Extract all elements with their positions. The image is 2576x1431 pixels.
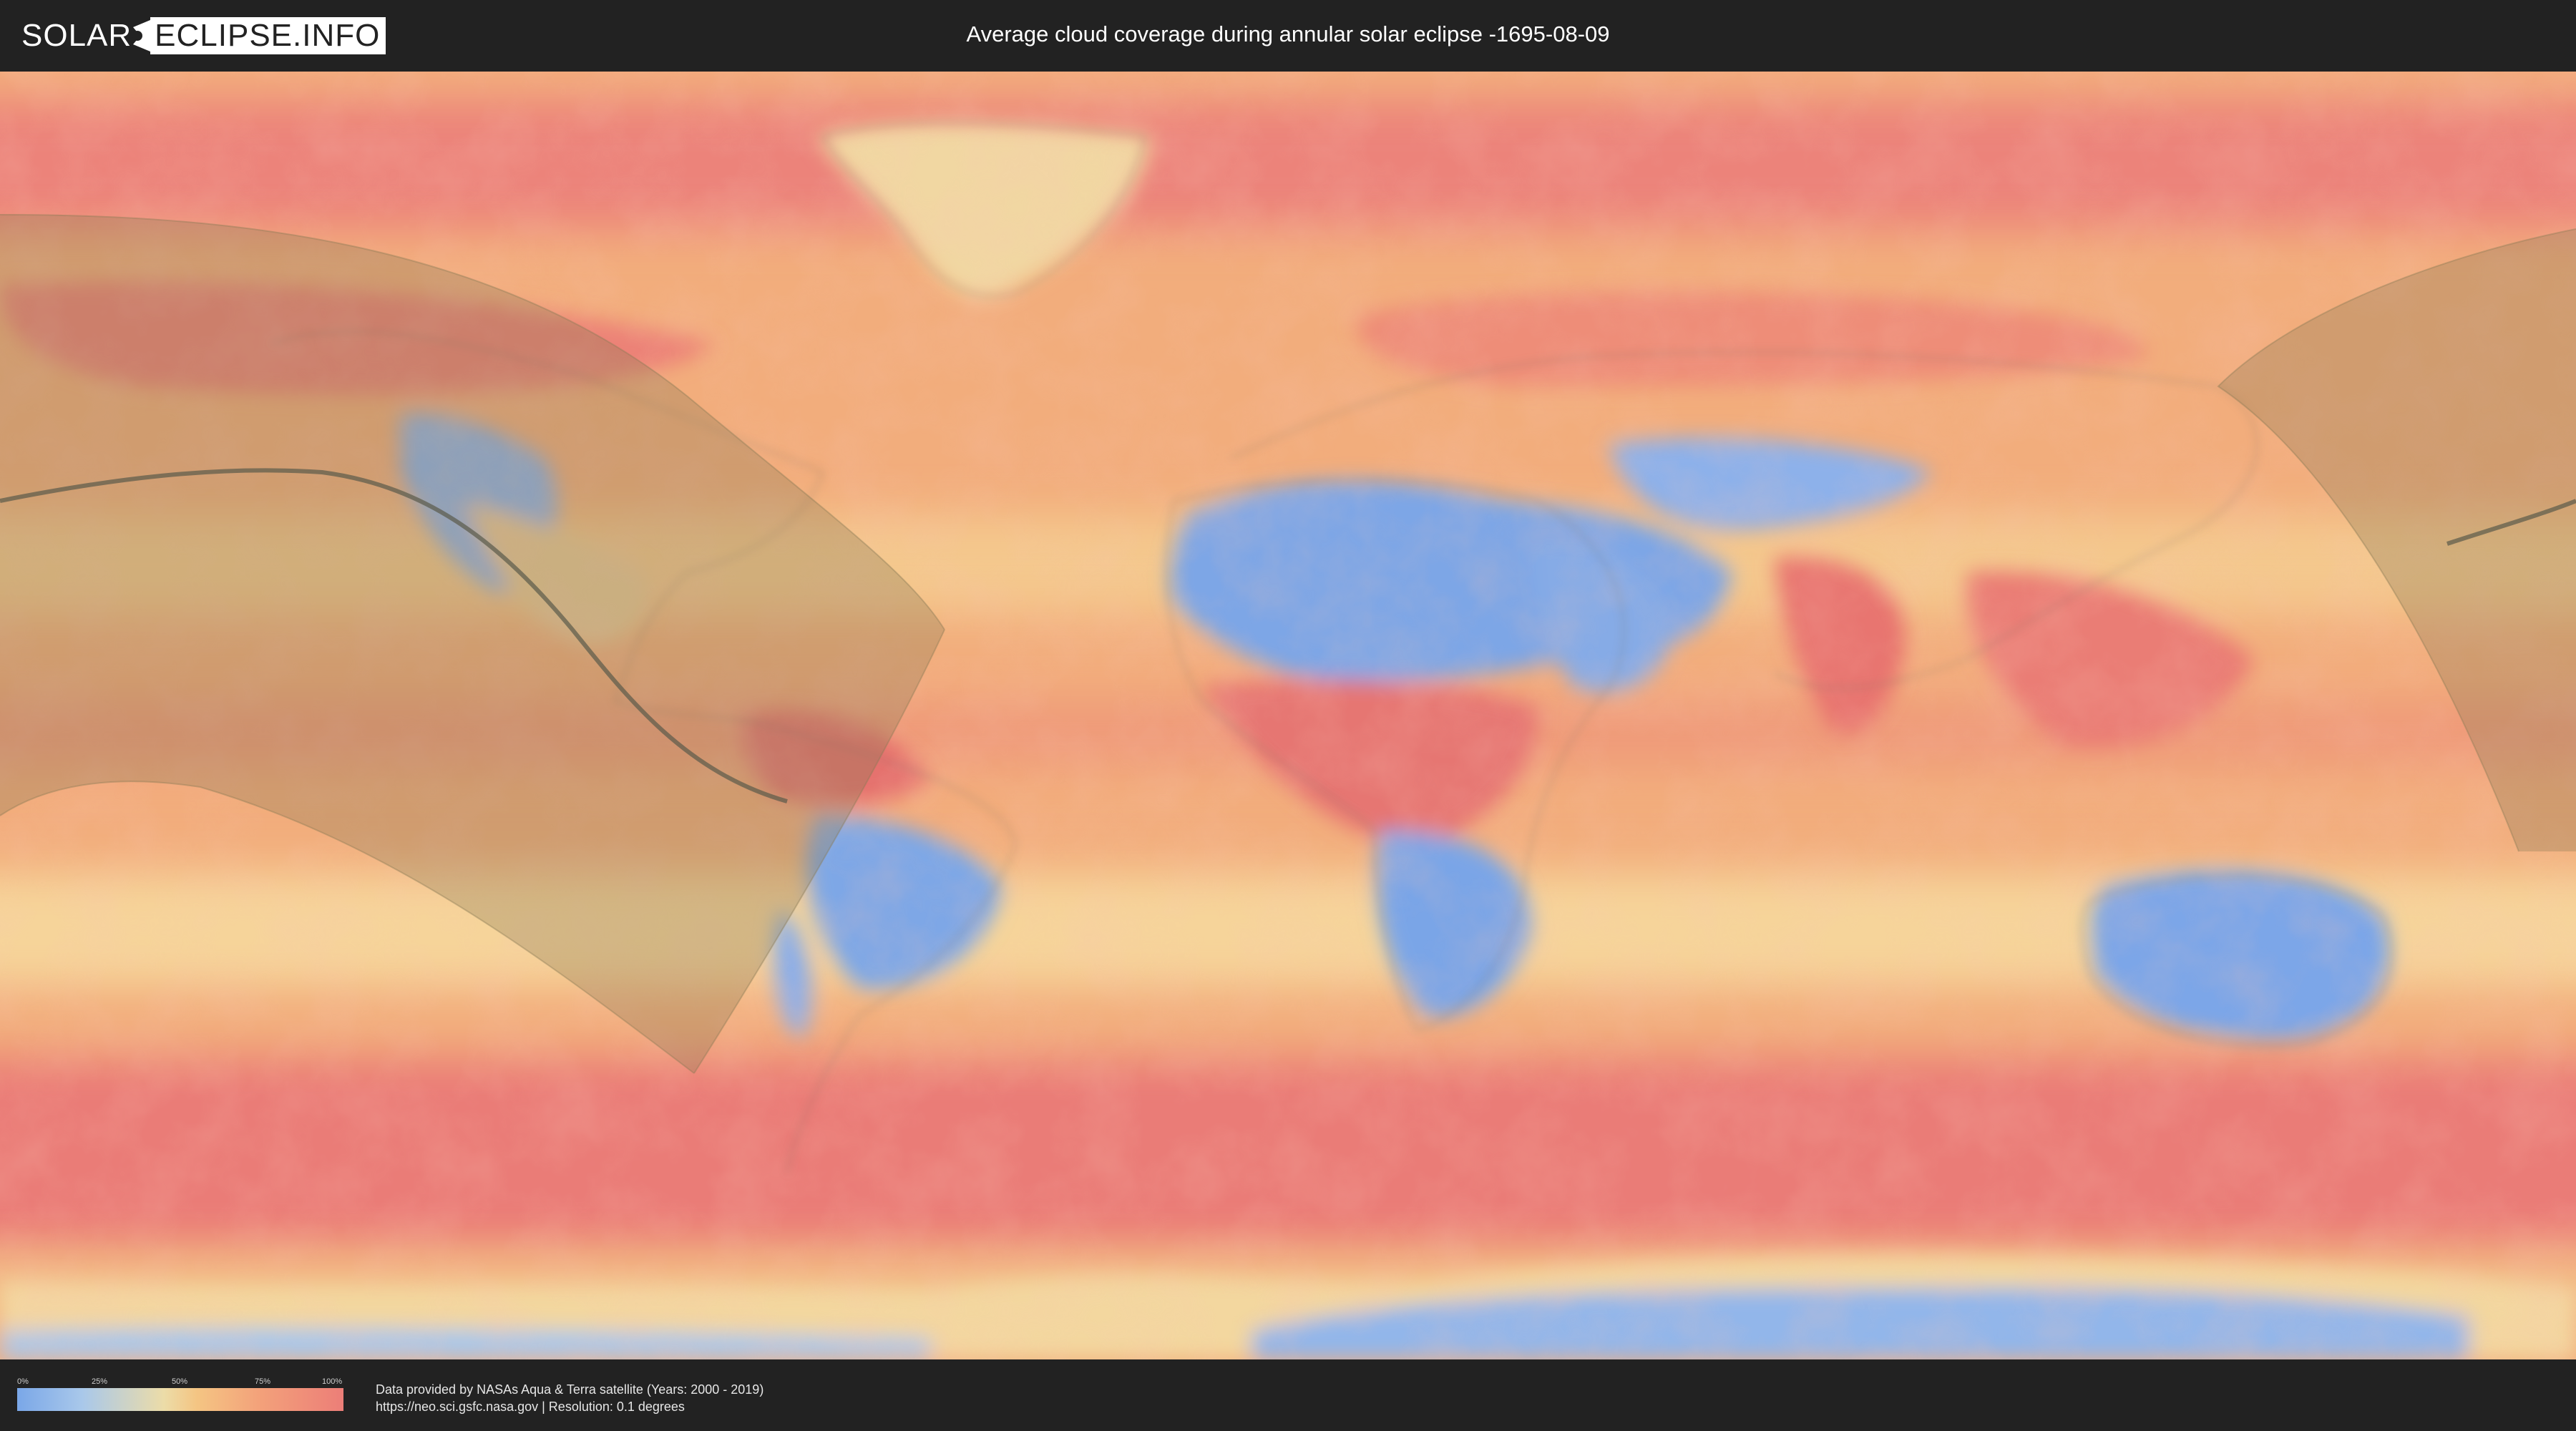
world-map-svg bbox=[0, 72, 2576, 1359]
legend-tick-25: 25% bbox=[92, 1377, 108, 1386]
page-title: Average cloud coverage during annular so… bbox=[966, 21, 1610, 47]
legend-color-scale bbox=[17, 1388, 343, 1411]
credit-line-url: https://neo.sci.gsfc.nasa.gov | Resoluti… bbox=[376, 1400, 685, 1414]
cloud-coverage-map[interactable] bbox=[0, 72, 2576, 1359]
legend-tick-0: 0% bbox=[17, 1377, 29, 1386]
data-credit: Data provided by NASAs Aqua & Terra sate… bbox=[376, 1381, 763, 1415]
header: SOLAR ECLIPSE.INFO Average cloud coverag… bbox=[0, 0, 2576, 72]
credit-line-source: Data provided by NASAs Aqua & Terra sate… bbox=[376, 1382, 764, 1397]
legend-tick-75: 75% bbox=[255, 1377, 271, 1386]
footer: 0% 25% 50% 75% 100% Data provided by NAS… bbox=[0, 1359, 2576, 1431]
legend-tick-100: 100% bbox=[322, 1377, 343, 1386]
cloud-coverage-legend: 0% 25% 50% 75% 100% bbox=[17, 1377, 343, 1414]
legend-tick-50: 50% bbox=[172, 1377, 188, 1386]
